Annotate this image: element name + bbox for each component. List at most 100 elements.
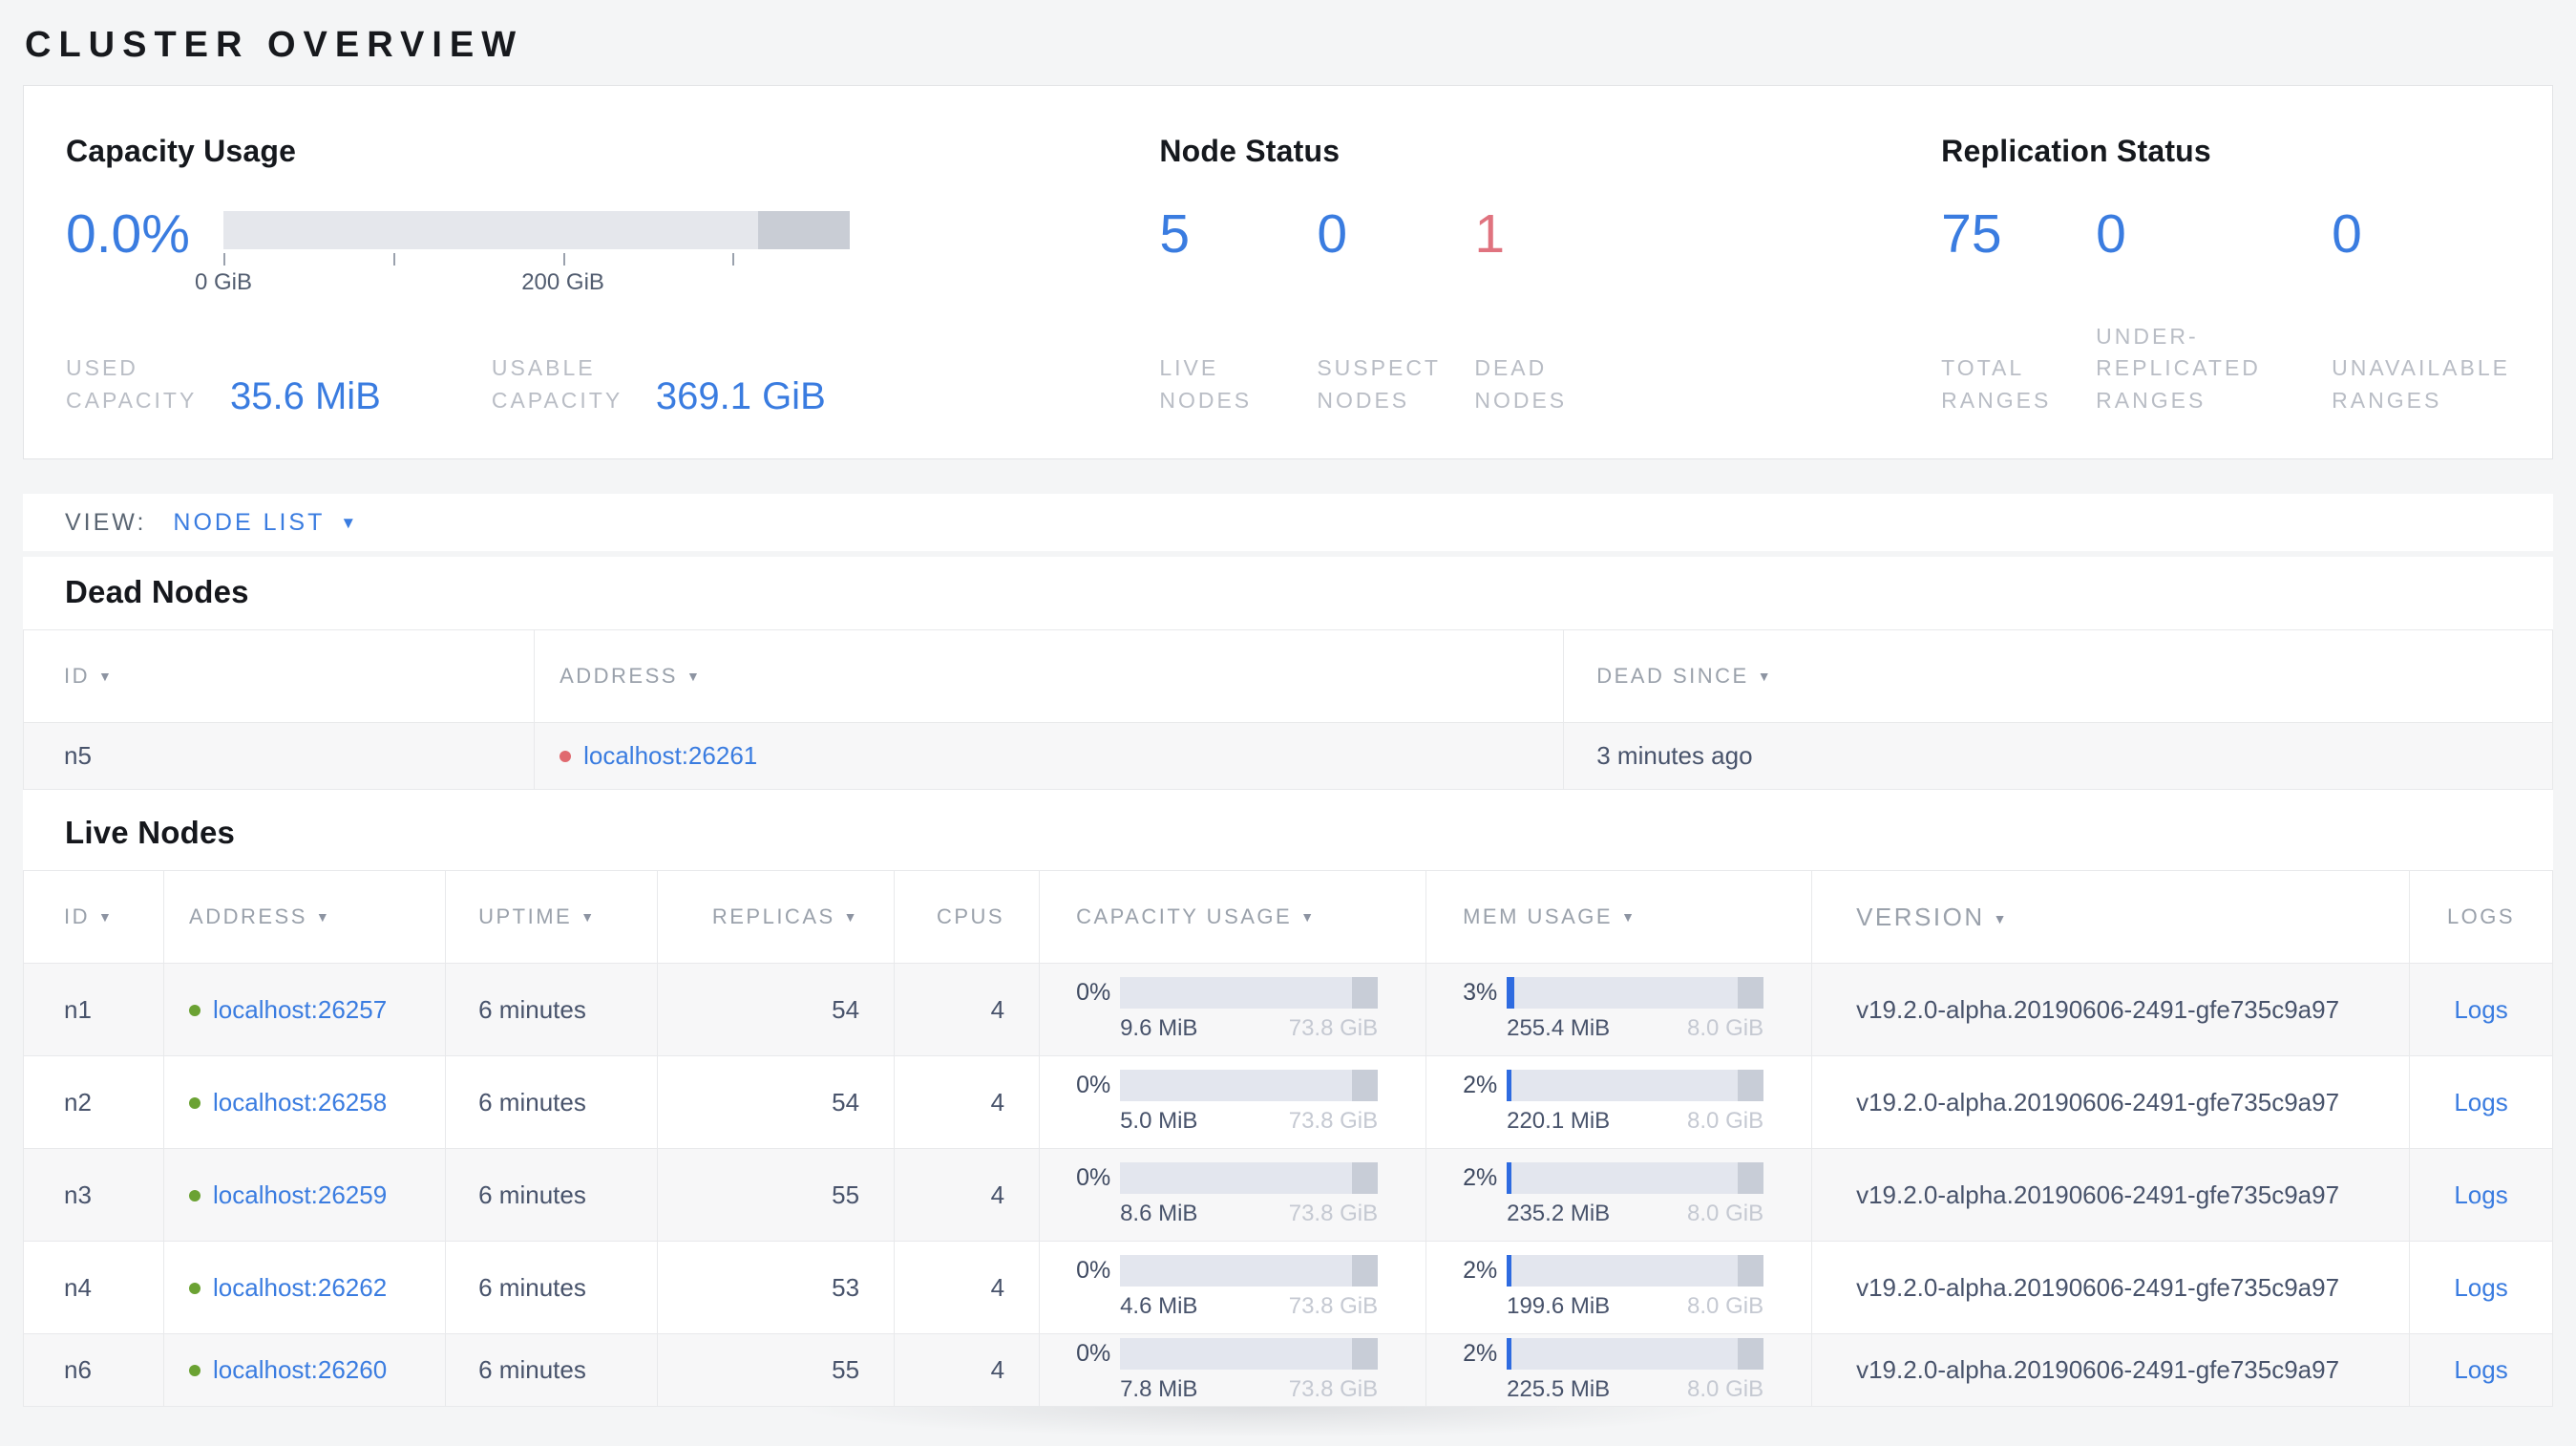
mem-used-value: 220.1 MiB <box>1507 1108 1611 1134</box>
logs-link[interactable]: Logs <box>2454 1180 2507 1209</box>
node-address-cell: localhost:26260 <box>163 1333 447 1407</box>
node-mem-usage-cell: 3% 255.4 MiB 8.0 GiB <box>1425 963 1813 1056</box>
node-address-link[interactable]: localhost:26258 <box>213 1088 387 1116</box>
capacity-pct: 0% <box>1076 1257 1111 1284</box>
dead-col-header-id[interactable]: ID ▼ <box>22 629 536 723</box>
used-capacity-stat: USED CAPACITY 35.6 MiB <box>66 352 381 417</box>
capacity-total-value: 73.8 GiB <box>1288 1201 1379 1226</box>
live-status-dot-icon <box>189 1282 201 1294</box>
node-address-cell: localhost:26259 <box>163 1148 447 1242</box>
dead-status-dot-icon <box>560 751 572 762</box>
capacity-usage-section: Capacity Usage 0.0% 0 GiB 200 GiB USED C… <box>24 134 1159 417</box>
sort-desc-icon: ▼ <box>686 669 703 684</box>
dead-node-address-link[interactable]: localhost:26261 <box>583 741 757 770</box>
node-mem-usage-cell: 2% 235.2 MiB 8.0 GiB <box>1425 1148 1813 1242</box>
view-selector-bar: VIEW: NODE LIST ▼ <box>23 494 2553 551</box>
view-dropdown[interactable]: NODE LIST ▼ <box>173 509 356 537</box>
logs-link[interactable]: Logs <box>2454 1355 2507 1384</box>
node-address-link[interactable]: localhost:26257 <box>213 995 387 1024</box>
logs-link[interactable]: Logs <box>2454 1273 2507 1302</box>
node-address-link[interactable]: localhost:26259 <box>213 1180 387 1209</box>
node-uptime-cell: 6 minutes <box>445 1055 659 1149</box>
node-capacity-usage-cell: 0% 8.6 MiB 73.8 GiB <box>1039 1148 1427 1242</box>
live-col-header-uptime[interactable]: UPTIME ▼ <box>445 870 659 964</box>
replication-status-title: Replication Status <box>1941 134 2211 168</box>
mem-total-value: 8.0 GiB <box>1687 1375 1764 1402</box>
dead-col-header-address[interactable]: ADDRESS ▼ <box>534 629 1565 723</box>
nodes-panel: Dead Nodes ID ▼ ADDRESS ▼ DEAD SINCE ▼ n5 l… <box>22 557 2553 1407</box>
logs-link[interactable]: Logs <box>2454 1088 2507 1116</box>
node-address-cell: localhost:26262 <box>163 1241 447 1334</box>
capacity-bar <box>1120 1162 1379 1194</box>
node-address-link[interactable]: localhost:26262 <box>213 1273 387 1302</box>
unavailable-ranges-stat: 0 UNAVAILABLE RANGES <box>2332 207 2510 416</box>
capacity-total-value: 73.8 GiB <box>1288 1293 1379 1319</box>
live-nodes-table: ID ▼ ADDRESS ▼ UPTIME ▼ REPLICAS ▼ CPUS CAPA… <box>22 870 2553 1407</box>
live-col-header-cpus: CPUS <box>894 870 1041 964</box>
live-col-header-logs: LOGS <box>2409 870 2553 964</box>
capacity-total-value: 73.8 GiB <box>1288 1015 1379 1041</box>
live-nodes-stat: 5 LIVE NODES <box>1159 207 1317 416</box>
live-col-header-capacity-usage[interactable]: CAPACITY USAGE ▼ <box>1039 870 1427 964</box>
suspect-nodes-count: 0 <box>1317 203 1348 265</box>
node-capacity-usage-cell: 0% 7.8 MiB 73.8 GiB <box>1039 1333 1427 1407</box>
node-status-title: Node Status <box>1159 134 1341 168</box>
usable-capacity-stat: USABLE CAPACITY 369.1 GiB <box>491 352 826 417</box>
capacity-bar <box>1120 1255 1379 1287</box>
capacity-used-value: 7.8 MiB <box>1120 1375 1198 1402</box>
usable-capacity-label: USABLE CAPACITY <box>491 355 623 413</box>
live-col-header-version[interactable]: VERSION ▼ <box>1811 870 2411 964</box>
mem-pct: 2% <box>1463 1072 1498 1098</box>
dead-node-row: n5 localhost:26261 3 minutes ago <box>22 722 2553 790</box>
capacity-bar <box>1120 1337 1379 1370</box>
mem-bar <box>1507 1162 1764 1194</box>
mem-pct: 2% <box>1463 1339 1498 1367</box>
capacity-gauge-row: 0.0% 0 GiB 200 GiB <box>66 207 1159 298</box>
live-col-header-address[interactable]: ADDRESS ▼ <box>163 870 447 964</box>
dead-col-header-dead-since[interactable]: DEAD SINCE ▼ <box>1563 629 2553 723</box>
live-nodes-count: 5 <box>1159 203 1191 265</box>
live-nodes-label: LIVE NODES <box>1159 355 1253 413</box>
live-status-dot-icon <box>189 1189 201 1201</box>
node-uptime-cell: 6 minutes <box>445 1333 659 1407</box>
dead-nodes-title: Dead Nodes <box>65 574 249 609</box>
node-capacity-usage-cell: 0% 5.0 MiB 73.8 GiB <box>1039 1055 1427 1149</box>
live-nodes-body: n1 localhost:26257 6 minutes 54 4 0% 9.6… <box>22 963 2553 1407</box>
total-ranges-label: TOTAL RANGES <box>1941 355 2052 413</box>
node-uptime-cell: 6 minutes <box>445 1148 659 1242</box>
mem-used-value: 199.6 MiB <box>1507 1293 1611 1319</box>
mem-pct: 2% <box>1463 1257 1498 1284</box>
live-node-row: n1 localhost:26257 6 minutes 54 4 0% 9.6… <box>22 963 2553 1056</box>
live-col-header-mem-usage[interactable]: MEM USAGE ▼ <box>1425 870 1813 964</box>
node-status-stats: 5 LIVE NODES 0 SUSPECT NODES 1 DEAD NODE… <box>1159 207 1941 416</box>
live-node-row: n4 localhost:26262 6 minutes 53 4 0% 4.6… <box>22 1241 2553 1334</box>
capacity-stats: USED CAPACITY 35.6 MiB USABLE CAPACITY 3… <box>66 352 1159 417</box>
sort-desc-icon: ▼ <box>843 909 860 925</box>
live-col-header-replicas[interactable]: REPLICAS ▼ <box>657 870 896 964</box>
capacity-total-value: 73.8 GiB <box>1288 1108 1379 1134</box>
suspect-nodes-stat: 0 SUSPECT NODES <box>1317 207 1474 416</box>
live-nodes-header-row: ID ▼ ADDRESS ▼ UPTIME ▼ REPLICAS ▼ CPUS CAPA… <box>22 870 2553 964</box>
capacity-used-value: 4.6 MiB <box>1120 1293 1198 1319</box>
node-logs-cell: Logs <box>2409 1241 2553 1334</box>
node-cpus-cell: 4 <box>894 1241 1041 1334</box>
node-address-link[interactable]: localhost:26260 <box>213 1355 387 1384</box>
live-col-header-id[interactable]: ID ▼ <box>22 870 165 964</box>
node-replicas-cell: 55 <box>657 1333 896 1407</box>
mem-total-value: 8.0 GiB <box>1687 1108 1764 1134</box>
used-capacity-label: USED CAPACITY <box>66 355 198 413</box>
live-status-dot-icon <box>189 1004 201 1016</box>
sort-desc-icon: ▼ <box>581 909 597 925</box>
mem-total-value: 8.0 GiB <box>1687 1015 1764 1041</box>
capacity-pct: 0% <box>1076 1339 1111 1367</box>
capacity-used-value: 9.6 MiB <box>1120 1015 1198 1041</box>
suspect-nodes-label: SUSPECT NODES <box>1317 355 1441 413</box>
mem-bar <box>1507 1337 1764 1370</box>
node-address-cell: localhost:26258 <box>163 1055 447 1149</box>
capacity-used-value: 5.0 MiB <box>1120 1108 1198 1134</box>
node-logs-cell: Logs <box>2409 1333 2553 1407</box>
dead-node-dead-since-cell: 3 minutes ago <box>1563 722 2553 790</box>
dead-node-address-cell: localhost:26261 <box>534 722 1565 790</box>
logs-link[interactable]: Logs <box>2454 995 2507 1024</box>
node-replicas-cell: 54 <box>657 1055 896 1149</box>
